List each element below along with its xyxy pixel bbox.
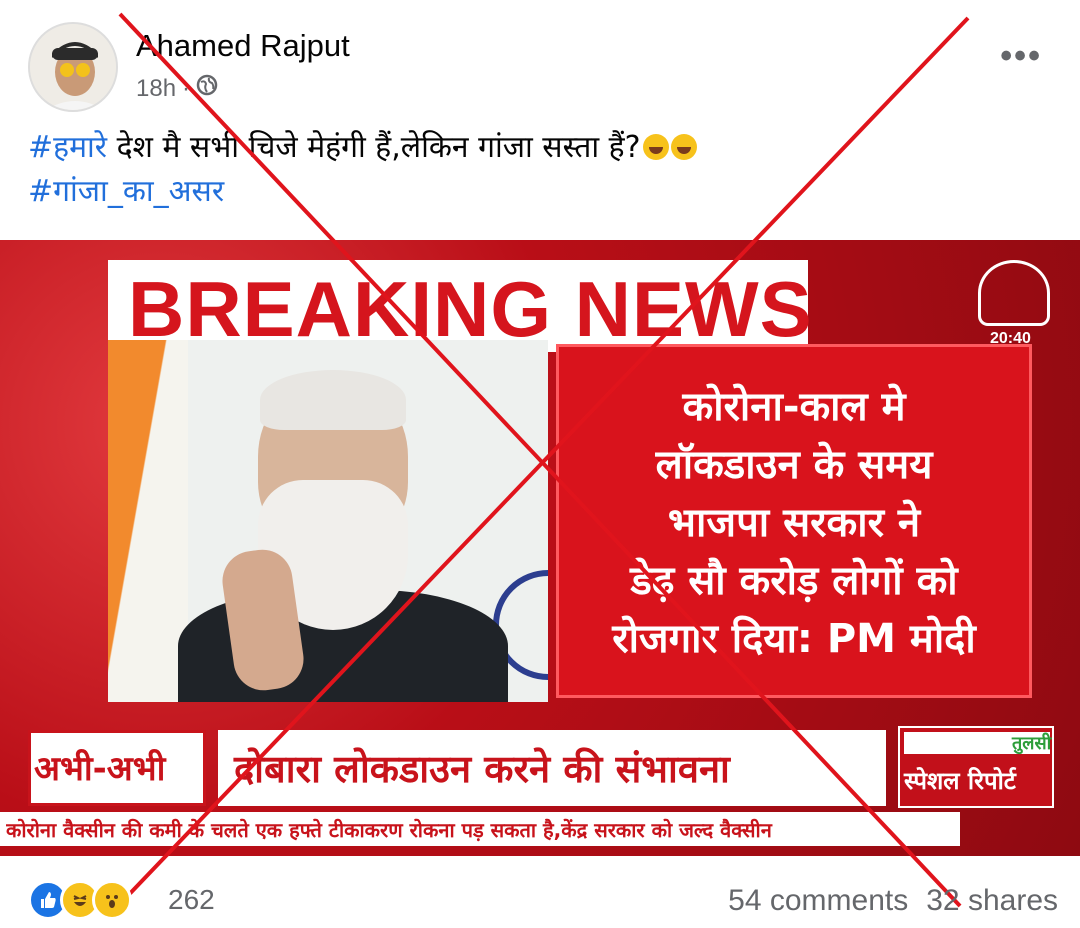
- headline-line: कोरोना-काल मे: [682, 384, 906, 430]
- headline-line: भाजपा सरकार ने: [667, 500, 921, 546]
- headline: कोरोना-काल मे लॉकडाउन के समय भाजपा सरकार…: [556, 378, 1032, 668]
- channel-logo: 20:40: [968, 260, 1062, 347]
- engagement-stats: 54 comments 32 shares: [728, 884, 1058, 918]
- headline-line: डेढ़ सौ करोड़ लोगों को: [630, 558, 958, 604]
- comments-count[interactable]: 54 comments: [728, 884, 908, 918]
- post-image[interactable]: BREAKING NEWS 20:40 कोरोना-काल मे लॉकडाउ…: [0, 240, 1080, 856]
- hashtag-link[interactable]: #गांजा_का_असर: [28, 174, 224, 209]
- reactions-summary[interactable]: [28, 880, 132, 920]
- ticker-label: अभी-अभी: [34, 749, 166, 789]
- post-header: Ahamed Rajput 18h · •••: [28, 22, 1058, 114]
- caption-text: देश मै सभी चिजे मेहंगी हैं,लेकिन गांजा स…: [107, 130, 641, 165]
- headline-line: रोजगार दिया: PM मोदी: [612, 616, 976, 662]
- post-caption: #हमारे देश मै सभी चिजे मेहंगी हैं,लेकिन …: [28, 126, 1058, 214]
- ticker-text: दोबारा लोकडाउन करने की संभावना: [234, 747, 730, 791]
- globe-icon: [196, 74, 218, 103]
- sponsor-brand: तुलसी: [1012, 733, 1052, 754]
- author-avatar[interactable]: [28, 22, 118, 112]
- speaker-photo: [108, 340, 548, 702]
- rofl-emoji-icon: [670, 134, 697, 160]
- special-report-label: स्पेशल रिपोर्ट: [904, 767, 1016, 795]
- headline-line: लॉकडाउन के समय: [655, 442, 933, 488]
- news-crawl: कोरोना वैक्सीन की कमी के चलते एक हफ्ते ट…: [6, 818, 772, 842]
- post-footer: 262 54 comments 32 shares: [28, 876, 1058, 928]
- more-dots-icon[interactable]: •••: [1000, 39, 1042, 73]
- shares-count[interactable]: 32 shares: [926, 884, 1058, 918]
- reaction-count[interactable]: 262: [168, 884, 215, 916]
- hashtag-link[interactable]: #हमारे: [28, 130, 107, 165]
- post-time[interactable]: 18h: [136, 75, 176, 103]
- wow-icon: [92, 880, 132, 920]
- rofl-emoji-icon: [642, 134, 669, 160]
- post-meta: 18h ·: [136, 74, 218, 103]
- author-name[interactable]: Ahamed Rajput: [136, 28, 350, 64]
